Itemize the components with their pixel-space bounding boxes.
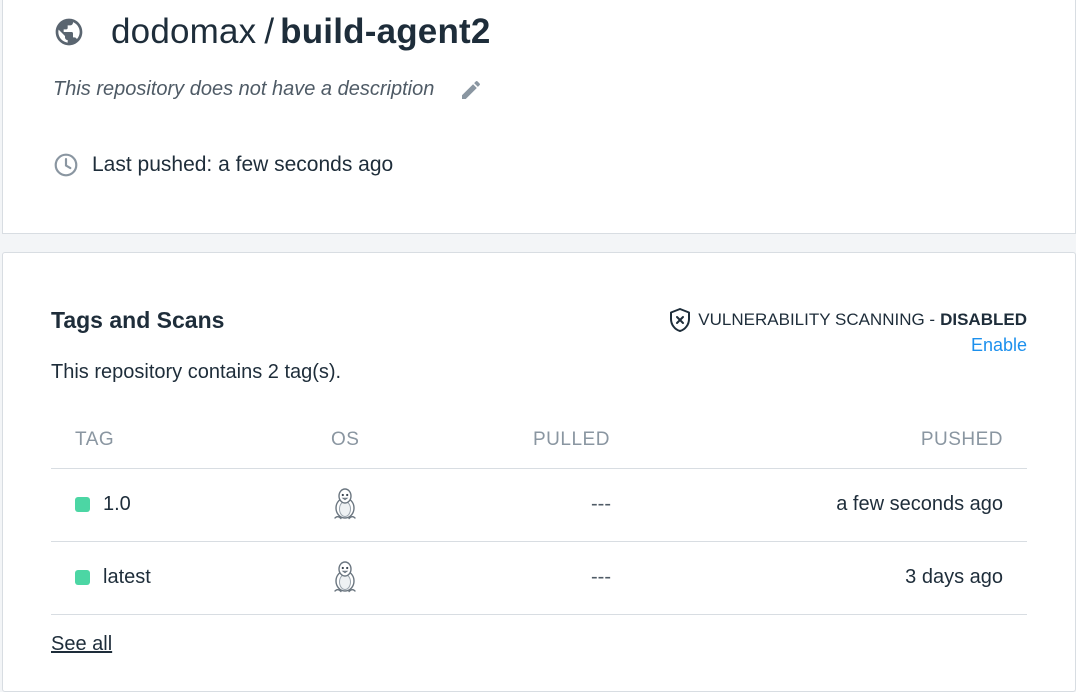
tag-link[interactable]: latest [75, 566, 151, 589]
column-header-pushed: PUSHED [920, 429, 1003, 450]
vuln-scanning-state: DISABLED [940, 310, 1027, 329]
see-all-link[interactable]: See all [51, 633, 112, 656]
repo-name: build-agent2 [280, 12, 491, 51]
linux-penguin-icon [334, 488, 356, 520]
repo-header-card: dodomax / build-agent2 This repository d… [2, 0, 1076, 234]
column-header-tag: TAG [75, 429, 115, 450]
enable-scanning-link[interactable]: Enable [971, 335, 1027, 356]
pushed-value: 3 days ago [905, 566, 1003, 588]
column-header-os: OS [331, 429, 360, 450]
last-pushed-text: Last pushed: a few seconds ago [92, 153, 394, 176]
last-pushed: Last pushed: a few seconds ago [53, 152, 393, 178]
table-row: 1.0 --- a few seconds ago [51, 469, 1027, 542]
linux-penguin-icon [334, 561, 356, 593]
tags-table-header: TAG OS PULLED PUSHED [51, 419, 1027, 469]
tags-table: TAG OS PULLED PUSHED 1.0 --- a few secon… [51, 419, 1027, 615]
pushed-value: a few seconds ago [836, 493, 1003, 515]
tags-section-title: Tags and Scans [51, 307, 225, 333]
repo-path-separator: / [264, 12, 275, 51]
tag-status-dot [75, 570, 90, 585]
repo-owner-link[interactable]: dodomax [111, 12, 256, 52]
pencil-icon[interactable] [459, 78, 483, 102]
table-row: latest --- 3 days ago [51, 542, 1027, 615]
vuln-scanning-label: VULNERABILITY SCANNING - [698, 310, 936, 329]
pulled-value: --- [591, 566, 611, 588]
tags-count-text: This repository contains 2 tag(s). [51, 361, 342, 383]
globe-icon [55, 18, 83, 46]
tags-scans-card: Tags and Scans VULNERABILITY SCANNING - … [2, 252, 1076, 692]
tag-link[interactable]: 1.0 [75, 493, 131, 516]
pulled-value: --- [591, 493, 611, 515]
column-header-pulled: PULLED [533, 429, 610, 450]
repo-heading: dodomax / build-agent2 [53, 10, 491, 54]
tag-name: 1.0 [103, 493, 131, 515]
tag-name: latest [103, 566, 151, 588]
shield-x-icon [670, 308, 691, 332]
tag-status-dot [75, 497, 90, 512]
clock-icon [54, 153, 78, 177]
repo-description: This repository does not have a descript… [53, 78, 435, 100]
vulnerability-scanning-status: VULNERABILITY SCANNING - DISABLED [668, 307, 1027, 333]
